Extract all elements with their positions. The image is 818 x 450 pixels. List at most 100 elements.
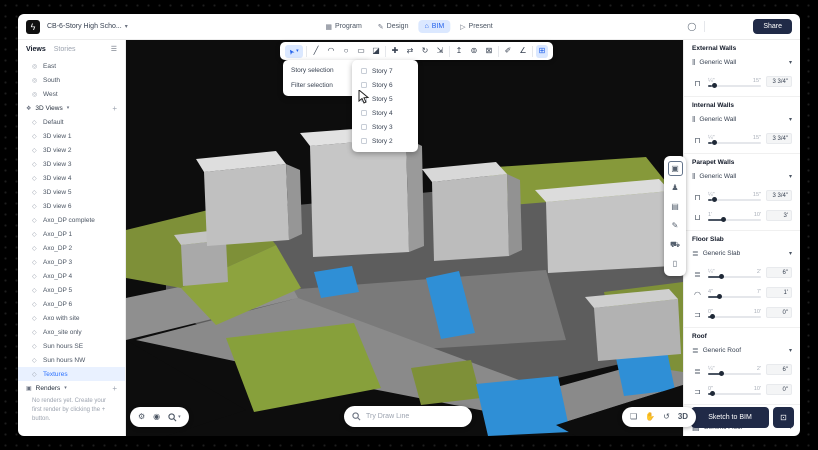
checkbox[interactable] [361, 110, 367, 116]
3d-view-item[interactable]: ◇ 3D view 5 [18, 185, 125, 199]
move-tool[interactable]: ✚ [389, 45, 401, 58]
search-input[interactable] [366, 413, 464, 420]
3d-view-item[interactable]: ◇ Axo_DP 5 [18, 283, 125, 297]
3d-view-item[interactable]: ◇ Axo_site only [18, 325, 125, 339]
slab-overhang-slider[interactable] [708, 316, 761, 318]
sketch-to-bim-button[interactable]: Sketch to BIM [691, 407, 769, 428]
3d-view-item[interactable]: ◇ Default [18, 115, 125, 129]
auto-bim-tool[interactable]: ⊞ [536, 45, 548, 58]
slab-overhang-value[interactable]: 0" [766, 307, 792, 318]
wall-thickness-value[interactable]: 3 3/4" [766, 190, 792, 201]
add-3d-view-button[interactable]: + [112, 104, 117, 113]
wall-type-select[interactable]: ‖ Generic Wall ▾ [692, 113, 792, 126]
project-title[interactable]: CB-6-Story High Scho... [47, 23, 122, 30]
view-item[interactable]: ◎ West [18, 87, 125, 101]
wall-type-select[interactable]: ‖ Generic Wall ▾ [692, 170, 792, 183]
slab-type-select[interactable]: ≣ Generic Slab ▾ [692, 247, 792, 260]
wall-type-select[interactable]: ‖ Generic Wall ▾ [692, 56, 792, 69]
parapet-height-value[interactable]: 3' [766, 210, 792, 221]
sidebar-tab-views[interactable]: Views [26, 46, 46, 53]
people-icon[interactable]: ♟ [668, 180, 683, 195]
visibility-icon[interactable]: ◉ [153, 413, 160, 421]
roof-overhang-slider[interactable] [708, 393, 761, 395]
rectangle-tool[interactable]: ▭ [355, 45, 367, 58]
offset-tool[interactable]: ⊚ [468, 45, 480, 58]
annotate-icon[interactable]: ✎ [668, 218, 683, 233]
checkbox[interactable] [361, 138, 367, 144]
chevron-down-icon[interactable]: ▾ [64, 385, 67, 391]
section-renders[interactable]: ▣ Renders ▾ + [18, 381, 125, 395]
3d-view-item[interactable]: ◇ 3D view 3 [18, 157, 125, 171]
3d-view-item[interactable]: ◇ Axo_DP 6 [18, 297, 125, 311]
split-tool[interactable]: ⊠ [483, 45, 495, 58]
tab-program[interactable]: ▦ Program [319, 20, 367, 34]
vehicles-icon[interactable]: ⛟ [668, 237, 683, 252]
checkbox[interactable] [361, 82, 367, 88]
view-item[interactable]: ◎ East [18, 59, 125, 73]
wall-thickness-value[interactable]: 3 3/4" [766, 133, 792, 144]
3d-view-item[interactable]: ◇ 3D view 6 [18, 199, 125, 213]
view-item[interactable]: ◎ South [18, 73, 125, 87]
story-option[interactable]: Story 3 [352, 120, 418, 134]
measure-tool[interactable]: ✐ [502, 45, 514, 58]
wall-thickness-slider[interactable] [708, 199, 761, 201]
wall-thickness-slider[interactable] [708, 142, 761, 144]
tab-design[interactable]: ✎ Design [372, 20, 415, 34]
3d-view-item[interactable]: ◇ 3D view 2 [18, 143, 125, 157]
3d-view-item[interactable]: ◇ Axo_DP 3 [18, 255, 125, 269]
pushpull-tool[interactable]: ↥ [453, 45, 465, 58]
preview-monitor-button[interactable]: ⊡ [773, 407, 794, 428]
3d-view-item[interactable]: ◇ Axo_DP 4 [18, 269, 125, 283]
chevron-down-icon[interactable]: ▾ [125, 23, 128, 30]
roof-thickness-slider[interactable] [708, 373, 761, 375]
section-3d-views[interactable]: ❖ 3D Views ▾ + [18, 101, 125, 115]
3d-view-item[interactable]: ◇ Axo with site [18, 311, 125, 325]
scale-tool[interactable]: ⇲ [434, 45, 446, 58]
slab-thickness-slider[interactable] [708, 276, 761, 278]
roof-type-select[interactable]: ≣ Generic Roof ▾ [692, 344, 792, 357]
mode-3d-toggle[interactable]: 3D [678, 413, 688, 421]
line-tool[interactable]: ╱ [310, 45, 322, 58]
objects-icon[interactable]: ▯ [668, 256, 683, 271]
select-tool[interactable]: ➤ ▾ [285, 45, 303, 58]
3d-view-item[interactable]: ◇ Axo_DP 1 [18, 227, 125, 241]
tab-present[interactable]: ▷ Present [454, 20, 499, 34]
circle-tool[interactable]: ○ [340, 45, 352, 58]
chevron-down-icon[interactable]: ▾ [67, 105, 70, 111]
parapet-height-slider[interactable] [708, 219, 761, 221]
checkbox[interactable] [361, 124, 367, 130]
wall-thickness-slider[interactable] [708, 85, 761, 87]
sidebar-tab-stories[interactable]: Stories [54, 46, 76, 53]
orbit-icon[interactable]: ↺ [663, 413, 670, 421]
filter-icon[interactable]: ☰ [111, 45, 117, 53]
materials-icon[interactable]: ▣ [668, 161, 683, 176]
checkbox[interactable] [361, 68, 367, 74]
pan-icon[interactable]: ✋ [645, 413, 655, 421]
story-option[interactable]: Story 7 [352, 64, 418, 78]
rotate-tool[interactable]: ↻ [419, 45, 431, 58]
3d-view-item[interactable]: ◇ Axo_DP 2 [18, 241, 125, 255]
eraser-tool[interactable]: ◪ [370, 45, 382, 58]
story-option[interactable]: Story 2 [352, 134, 418, 148]
arc-tool[interactable]: ◠ [325, 45, 337, 58]
tab-bim[interactable]: ⌂ BIM [418, 20, 450, 33]
angle-tool[interactable]: ∠ [517, 45, 529, 58]
3d-view-item[interactable]: ◇ Sun hours NW [18, 353, 125, 367]
gear-icon[interactable]: ⚙ [138, 413, 145, 421]
comments-icon[interactable]: ◯ [687, 23, 696, 31]
3d-view-item[interactable]: ◇ 3D view 1 [18, 129, 125, 143]
slab-ceiling-value[interactable]: 1' [766, 287, 792, 298]
slab-thickness-value[interactable]: 6" [766, 267, 792, 278]
roof-thickness-value[interactable]: 6" [766, 364, 792, 375]
add-render-button[interactable]: + [112, 384, 117, 393]
wall-thickness-value[interactable]: 3 3/4" [766, 76, 792, 87]
3d-view-item[interactable]: ◇ Axo_DP complete [18, 213, 125, 227]
3d-view-item[interactable]: ◇ 3D view 4 [18, 171, 125, 185]
3d-view-item[interactable]: ◇ Sun hours SE [18, 339, 125, 353]
share-button[interactable]: Share [753, 19, 792, 34]
command-search-bar[interactable] [344, 406, 472, 427]
mirror-tool[interactable]: ⇄ [404, 45, 416, 58]
slab-ceiling-slider[interactable] [708, 296, 761, 298]
roof-overhang-value[interactable]: 0" [766, 384, 792, 395]
fit-view-icon[interactable]: ❏ [630, 413, 637, 421]
